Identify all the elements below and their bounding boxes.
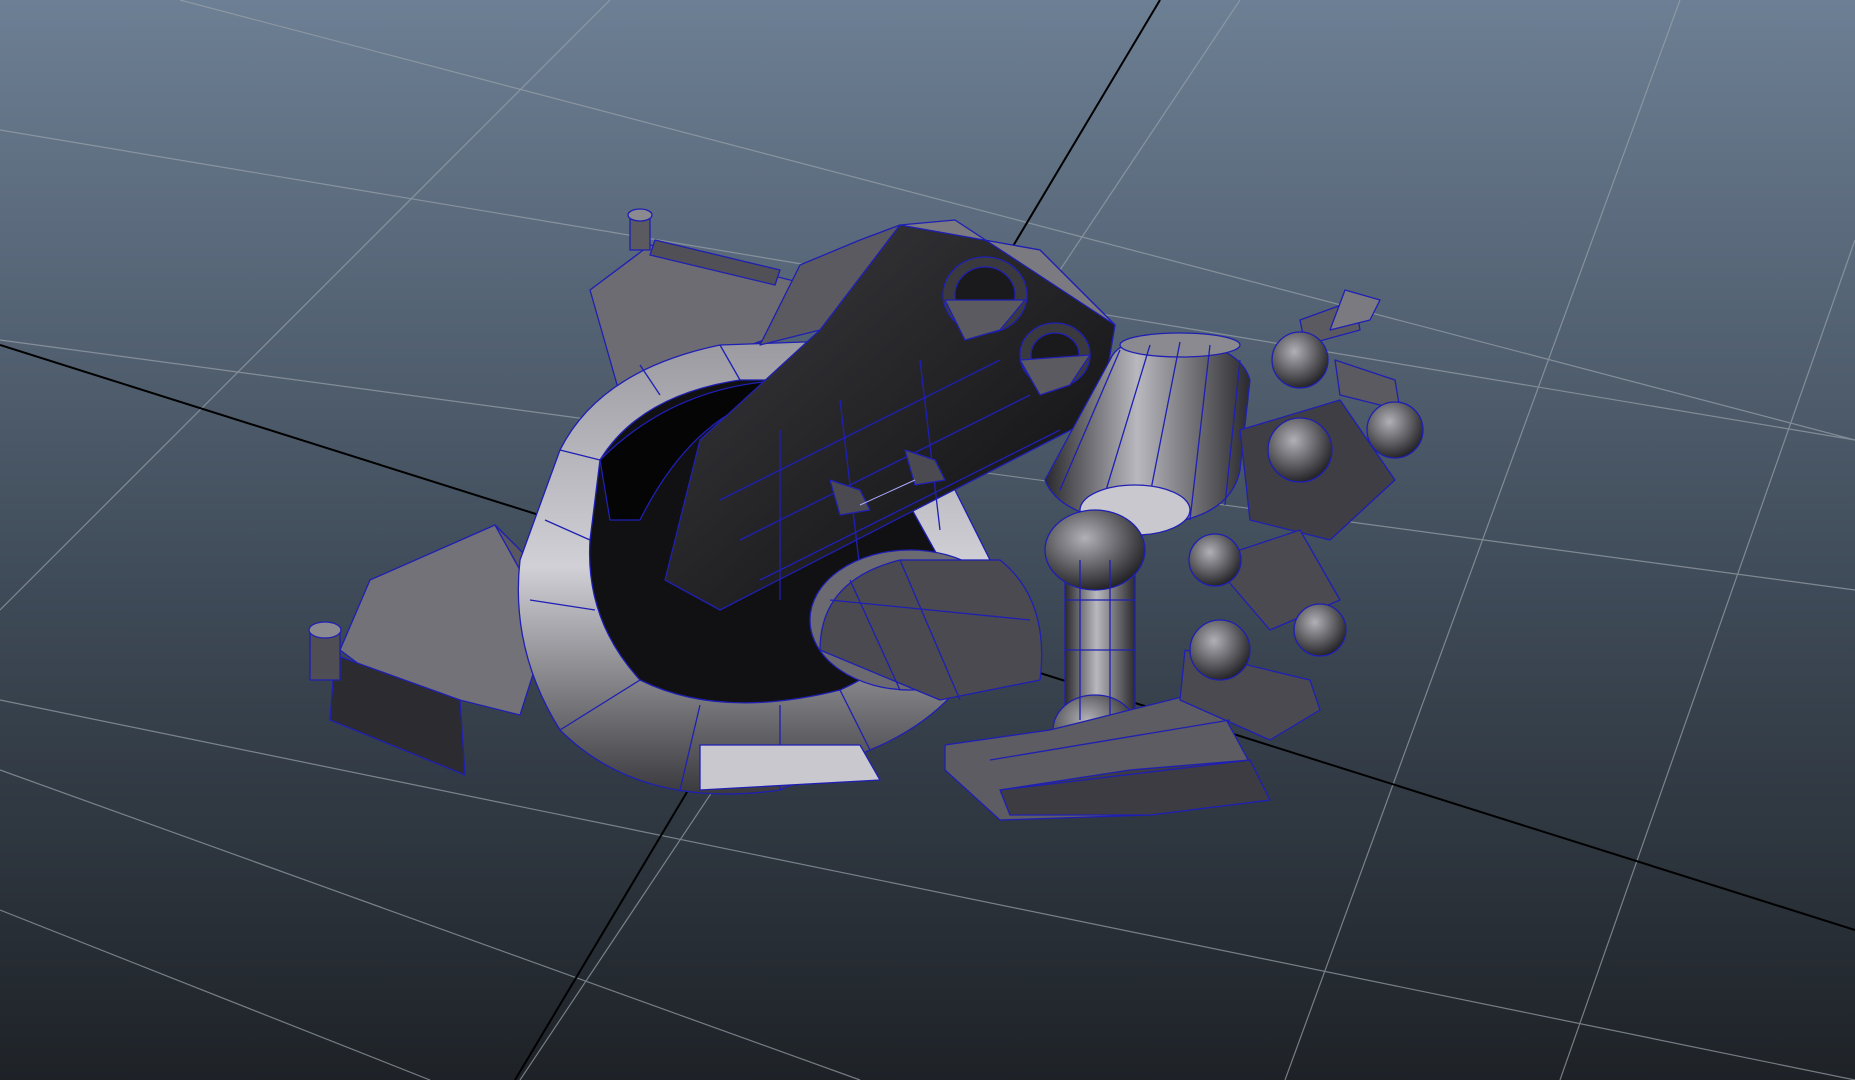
viewport-canvas[interactable] [0,0,1855,1080]
3d-viewport[interactable] [0,0,1855,1080]
claw-joint-sphere[interactable] [1271,331,1329,389]
